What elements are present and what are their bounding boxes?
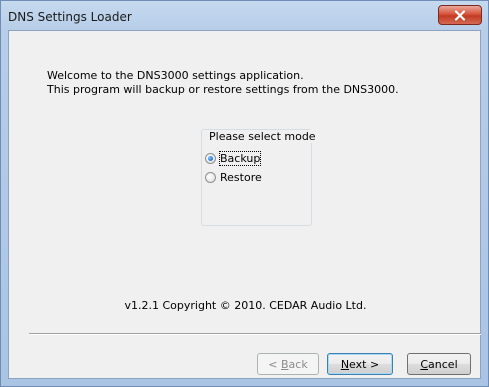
cancel-button-label: Cancel <box>420 357 458 371</box>
back-button-label: < Back <box>268 357 308 371</box>
mode-groupbox-label: Please select mode <box>207 130 318 143</box>
window-title: DNS Settings Loader <box>8 10 132 24</box>
radio-backup-label[interactable]: Backup <box>218 150 262 166</box>
title-bar[interactable]: DNS Settings Loader <box>1 1 489 31</box>
footer-separator <box>29 333 481 335</box>
radio-button-selected[interactable] <box>205 152 216 164</box>
radio-restore-label[interactable]: Restore <box>220 171 262 184</box>
back-button[interactable]: < Back <box>257 353 319 375</box>
welcome-line-1: Welcome to the DNS3000 settings applicat… <box>47 69 304 82</box>
close-button[interactable] <box>438 5 482 25</box>
radio-restore[interactable]: Restore <box>205 170 262 184</box>
next-button-label: Next > <box>340 357 380 371</box>
cancel-button[interactable]: Cancel <box>407 353 471 375</box>
radio-button-unselected[interactable] <box>205 171 216 183</box>
welcome-text: Welcome to the DNS3000 settings applicat… <box>47 69 399 97</box>
welcome-line-2: This program will backup or restore sett… <box>47 83 399 96</box>
radio-backup[interactable]: Backup <box>205 150 262 166</box>
next-button[interactable]: Next > <box>327 353 393 375</box>
close-icon <box>454 9 466 21</box>
copyright-text: v1.2.1 Copyright © 2010. CEDAR Audio Ltd… <box>124 299 367 312</box>
dialog-client-area: Welcome to the DNS3000 settings applicat… <box>8 30 481 379</box>
